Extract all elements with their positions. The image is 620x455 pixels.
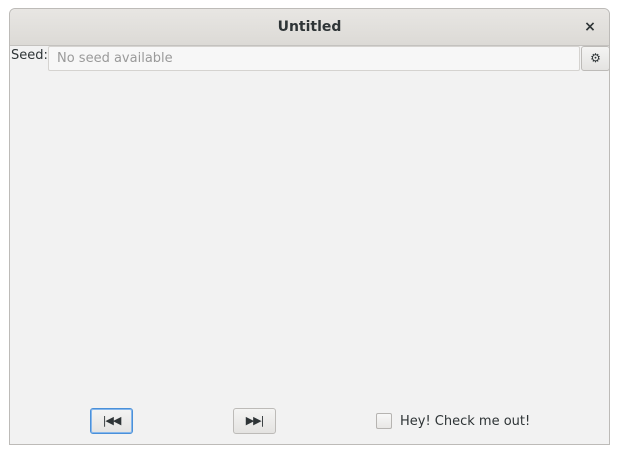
title-bar[interactable]: Untitled × <box>10 9 609 46</box>
check-me-out-option[interactable]: Hey! Check me out! <box>376 411 530 431</box>
seed-settings-button[interactable]: ⚙ <box>581 46 609 71</box>
skip-back-icon: |◀◀ <box>102 414 122 427</box>
gear-icon: ⚙ <box>590 51 601 65</box>
seed-label: Seed: <box>11 48 48 63</box>
close-button[interactable]: × <box>580 17 600 37</box>
skip-to-last-button[interactable]: ▶▶| <box>233 408 276 434</box>
skip-to-first-button[interactable]: |◀◀ <box>90 408 133 434</box>
close-icon: × <box>584 19 596 35</box>
app-window: Untitled × Seed: ⚙ |◀◀ ▶▶| Hey! Check me… <box>9 8 610 445</box>
seed-input[interactable] <box>48 46 580 71</box>
window-title: Untitled <box>277 19 342 35</box>
checkbox-label[interactable]: Hey! Check me out! <box>400 414 530 429</box>
check-me-out-checkbox[interactable] <box>376 413 392 429</box>
skip-forward-icon: ▶▶| <box>245 414 265 427</box>
